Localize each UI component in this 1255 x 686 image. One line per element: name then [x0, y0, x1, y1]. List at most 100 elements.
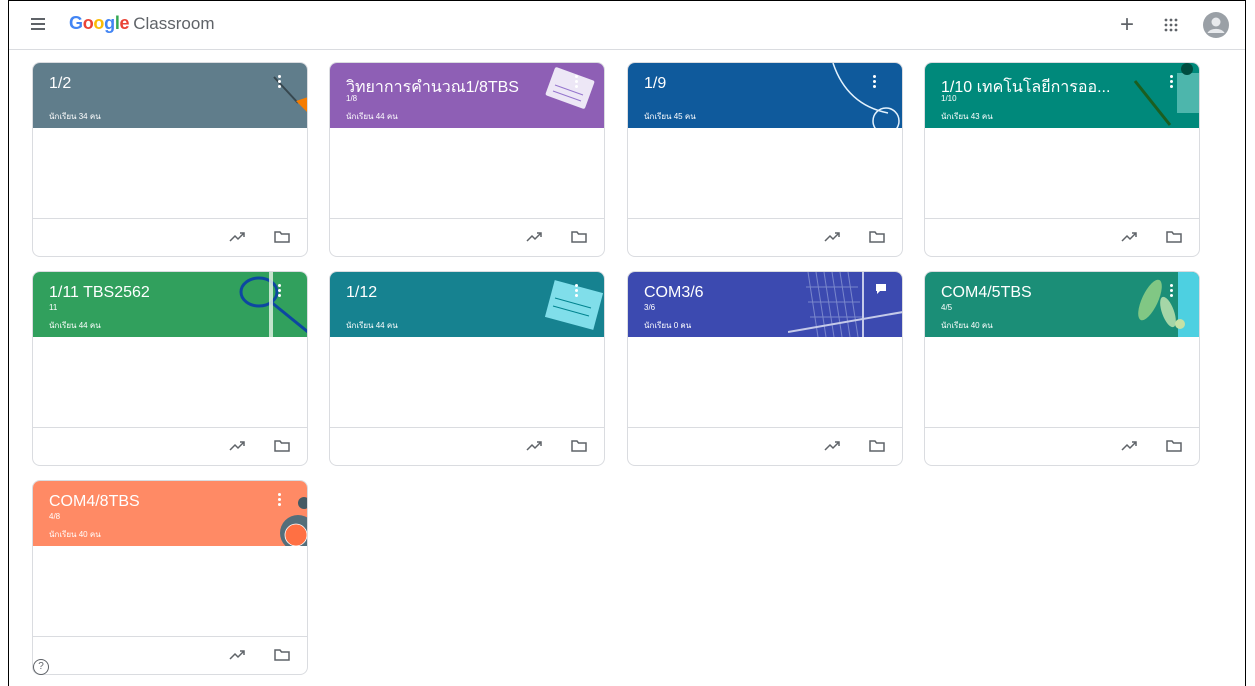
app-header: Google Classroom + — [9, 1, 1245, 50]
class-section: 4/5 — [941, 303, 953, 312]
class-card-footer — [330, 218, 604, 256]
class-chat-icon[interactable] — [874, 282, 888, 296]
class-section: 1/10 — [941, 94, 957, 103]
logo-google-text: Google — [69, 13, 130, 33]
class-theme-illustration — [239, 272, 307, 337]
class-title-link[interactable]: 1/2 — [49, 75, 71, 93]
create-join-class-icon[interactable]: + — [1113, 11, 1141, 39]
class-card[interactable]: COM4/8TBS 4/8 นักเรียน 40 คน — [32, 480, 308, 675]
drive-folder-icon[interactable] — [570, 230, 588, 244]
class-student-count: นักเรียน 40 คน — [941, 321, 993, 330]
class-title-link[interactable]: 1/9 — [644, 75, 666, 93]
class-student-count: นักเรียน 44 คน — [346, 112, 398, 121]
class-card[interactable]: 1/9 นักเรียน 45 คน — [627, 62, 903, 257]
class-title-link[interactable]: COM4/8TBS — [49, 493, 140, 511]
class-card-header[interactable]: 1/9 นักเรียน 45 คน — [628, 63, 902, 128]
class-options-icon[interactable] — [273, 491, 285, 509]
window-border-left — [8, 0, 9, 686]
class-student-count: นักเรียน 43 คน — [941, 112, 993, 121]
gradebook-trend-icon[interactable] — [823, 230, 841, 244]
class-card[interactable]: 1/2 นักเรียน 34 คน — [32, 62, 308, 257]
class-title-link[interactable]: 1/10 เทคโนโลยีการออ... — [941, 75, 1110, 100]
class-card[interactable]: 1/10 เทคโนโลยีการออ... 1/10 นักเรียน 43 … — [924, 62, 1200, 257]
class-card-header[interactable]: COM3/6 3/6 นักเรียน 0 คน — [628, 272, 902, 337]
gradebook-trend-icon[interactable] — [525, 439, 543, 453]
class-card-footer — [33, 636, 307, 674]
window-border-right — [1245, 0, 1246, 686]
google-classroom-logo[interactable]: Google Classroom — [69, 13, 214, 34]
class-card[interactable]: COM3/6 3/6 นักเรียน 0 คน — [627, 271, 903, 466]
class-section: 1/8 — [346, 94, 358, 103]
class-options-icon[interactable] — [868, 73, 880, 91]
class-options-icon[interactable] — [273, 73, 285, 91]
class-card-header[interactable]: COM4/5TBS 4/5 นักเรียน 40 คน — [925, 272, 1199, 337]
drive-folder-icon[interactable] — [868, 439, 886, 453]
class-card-footer — [33, 218, 307, 256]
class-card-footer — [628, 218, 902, 256]
class-options-icon[interactable] — [1165, 73, 1177, 91]
drive-folder-icon[interactable] — [273, 648, 291, 662]
drive-folder-icon[interactable] — [273, 439, 291, 453]
class-theme-illustration — [1133, 63, 1199, 126]
class-title-link[interactable]: 1/11 TBS2562 — [49, 284, 150, 302]
class-card-footer — [33, 427, 307, 465]
class-options-icon[interactable] — [570, 282, 582, 300]
help-icon[interactable]: ? — [33, 659, 49, 675]
class-card-body — [330, 337, 604, 427]
class-card-body — [925, 128, 1199, 218]
class-card-body — [33, 337, 307, 427]
class-student-count: นักเรียน 45 คน — [644, 112, 696, 121]
class-section: 3/6 — [644, 303, 656, 312]
class-title-link[interactable]: วิทยาการคำนวณ1/8TBS — [346, 75, 519, 100]
class-card-header[interactable]: 1/10 เทคโนโลยีการออ... 1/10 นักเรียน 43 … — [925, 63, 1199, 128]
class-card-body — [628, 128, 902, 218]
class-title-link[interactable]: COM3/6 — [644, 284, 704, 302]
gradebook-trend-icon[interactable] — [228, 648, 246, 662]
class-card-header[interactable]: 1/12 นักเรียน 44 คน — [330, 272, 604, 337]
class-card[interactable]: COM4/5TBS 4/5 นักเรียน 40 คน — [924, 271, 1200, 466]
class-card[interactable]: 1/11 TBS2562 11 นักเรียน 44 คน — [32, 271, 308, 466]
class-title-link[interactable]: 1/12 — [346, 284, 377, 302]
drive-folder-icon[interactable] — [273, 230, 291, 244]
google-apps-icon[interactable] — [1157, 11, 1185, 39]
class-section: 11 — [49, 303, 58, 312]
class-card[interactable]: 1/12 นักเรียน 44 คน — [329, 271, 605, 466]
class-card-body — [33, 128, 307, 218]
class-student-count: นักเรียน 44 คน — [49, 321, 101, 330]
gradebook-trend-icon[interactable] — [1120, 230, 1138, 244]
class-card-footer — [925, 427, 1199, 465]
logo-classroom-text: Classroom — [133, 14, 215, 33]
class-card[interactable]: วิทยาการคำนวณ1/8TBS 1/8 นักเรียน 44 คน — [329, 62, 605, 257]
class-student-count: นักเรียน 44 คน — [346, 321, 398, 330]
class-theme-illustration — [832, 63, 900, 128]
class-card-body — [925, 337, 1199, 427]
class-card-body — [330, 128, 604, 218]
drive-folder-icon[interactable] — [1165, 439, 1183, 453]
gradebook-trend-icon[interactable] — [525, 230, 543, 244]
class-card-body — [628, 337, 902, 427]
class-options-icon[interactable] — [273, 282, 285, 300]
class-theme-illustration — [1138, 272, 1199, 337]
class-options-icon[interactable] — [1165, 282, 1177, 300]
class-student-count: นักเรียน 34 คน — [49, 112, 101, 121]
class-title-link[interactable]: COM4/5TBS — [941, 284, 1032, 302]
drive-folder-icon[interactable] — [1165, 230, 1183, 244]
class-options-icon[interactable] — [570, 73, 582, 91]
class-student-count: นักเรียน 0 คน — [644, 321, 692, 330]
gradebook-trend-icon[interactable] — [1120, 439, 1138, 453]
class-section: 4/8 — [49, 512, 61, 521]
gradebook-trend-icon[interactable] — [823, 439, 841, 453]
drive-folder-icon[interactable] — [868, 230, 886, 244]
class-card-header[interactable]: 1/11 TBS2562 11 นักเรียน 44 คน — [33, 272, 307, 337]
class-card-footer — [925, 218, 1199, 256]
class-card-header[interactable]: 1/2 นักเรียน 34 คน — [33, 63, 307, 128]
gradebook-trend-icon[interactable] — [228, 230, 246, 244]
gradebook-trend-icon[interactable] — [228, 439, 246, 453]
account-avatar-icon[interactable] — [1202, 11, 1230, 39]
class-card-body — [33, 546, 307, 636]
class-card-header[interactable]: วิทยาการคำนวณ1/8TBS 1/8 นักเรียน 44 คน — [330, 63, 604, 128]
drive-folder-icon[interactable] — [570, 439, 588, 453]
main-menu-icon[interactable] — [31, 18, 45, 32]
class-student-count: นักเรียน 40 คน — [49, 530, 101, 539]
class-card-header[interactable]: COM4/8TBS 4/8 นักเรียน 40 คน — [33, 481, 307, 546]
